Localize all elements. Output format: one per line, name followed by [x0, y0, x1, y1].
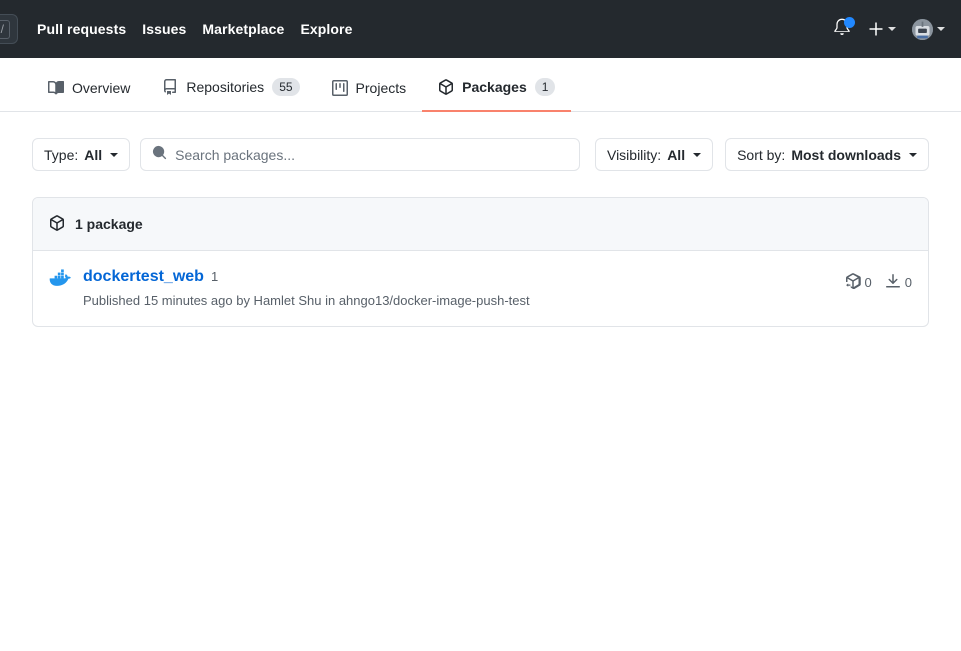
chevron-down-icon — [937, 27, 945, 31]
visibility-filter-value: All — [667, 146, 686, 163]
search-slash-shortcut-badge: / — [0, 19, 10, 39]
avatar-image — [912, 18, 933, 40]
visibility-filter-button[interactable]: Visibility: All — [594, 138, 714, 171]
plus-icon — [869, 22, 883, 36]
package-title-line: dockertest_web 1 — [83, 267, 833, 288]
header-left-group: / Pull requests Issues Marketplace Explo… — [0, 14, 832, 44]
create-new-menu[interactable] — [868, 21, 896, 37]
type-filter-label: Type: — [44, 146, 79, 163]
package-metadata: Published 15 minutes ago by Hamlet Shu i… — [83, 292, 530, 308]
nav-issues[interactable]: Issues — [142, 21, 186, 37]
tab-packages-counter: 1 — [534, 78, 556, 96]
package-info: dockertest_web 1 Published 15 minutes ag… — [83, 267, 833, 310]
tab-overview-label: Overview — [72, 80, 131, 96]
packages-list-header: 1 package — [33, 198, 928, 251]
package-icon — [49, 214, 65, 234]
search-input[interactable] — [175, 146, 569, 163]
main-content: Type: All Visibility: All Sort by: Most … — [0, 138, 961, 328]
account-menu[interactable] — [912, 18, 945, 40]
package-name-link[interactable]: dockertest_web — [83, 267, 204, 288]
bell-icon-wrapper — [832, 17, 855, 40]
package-versions-count: 0 — [864, 275, 872, 290]
tab-projects[interactable]: Projects — [316, 80, 423, 112]
package-version-icon — [845, 273, 861, 292]
notifications-button[interactable] — [832, 17, 855, 40]
header-right-group — [832, 17, 945, 40]
tab-overview[interactable]: Overview — [32, 80, 146, 112]
project-icon — [331, 80, 348, 96]
chevron-down-icon — [110, 152, 119, 157]
tab-packages[interactable]: Packages 1 — [422, 78, 572, 112]
package-downloads-stat[interactable]: 0 — [885, 273, 912, 292]
package-versions-stat[interactable]: 0 — [845, 273, 872, 292]
repo-icon — [162, 79, 178, 95]
filter-bar: Type: All Visibility: All Sort by: Most … — [32, 138, 929, 171]
notification-unread-dot — [844, 17, 855, 28]
package-list-item[interactable]: dockertest_web 1 Published 15 minutes ag… — [33, 251, 928, 326]
tab-projects-label: Projects — [355, 80, 407, 96]
package-stats: 0 0 — [845, 273, 912, 292]
sort-filter-label: Sort by: — [737, 146, 786, 163]
package-downloads-count: 0 — [904, 275, 912, 290]
sort-filter-value: Most downloads — [791, 146, 901, 163]
global-header: / Pull requests Issues Marketplace Explo… — [0, 0, 961, 58]
chevron-down-icon — [693, 152, 702, 157]
avatar — [912, 18, 933, 40]
packages-list: 1 package dockertest_web 1 Published 15 … — [32, 197, 929, 328]
packages-count-text: 1 package — [75, 216, 143, 232]
header-nav: Pull requests Issues Marketplace Explore — [37, 21, 353, 37]
search-icon — [152, 145, 167, 165]
sort-filter-button[interactable]: Sort by: Most downloads — [725, 138, 929, 171]
profile-tabs: Overview Repositories 55 Projects Packag… — [0, 58, 961, 112]
nav-pull-requests[interactable]: Pull requests — [37, 21, 126, 37]
nav-explore[interactable]: Explore — [300, 21, 352, 37]
type-filter-value: All — [84, 146, 103, 163]
tab-repositories-label: Repositories — [186, 79, 265, 95]
tab-packages-label: Packages — [462, 79, 527, 95]
book-icon — [48, 80, 64, 96]
chevron-down-icon — [888, 27, 896, 31]
visibility-filter-label: Visibility: — [606, 146, 662, 163]
nav-marketplace[interactable]: Marketplace — [202, 21, 284, 37]
download-icon — [885, 273, 901, 292]
package-icon — [438, 79, 454, 95]
global-search-input[interactable]: / — [0, 14, 18, 44]
package-version: 1 — [210, 269, 219, 284]
tab-repositories[interactable]: Repositories 55 — [146, 78, 315, 112]
chevron-down-icon — [909, 152, 917, 157]
tab-repositories-counter: 55 — [272, 78, 300, 96]
filter-bar-right: Visibility: All Sort by: Most downloads — [594, 138, 929, 171]
type-filter-button[interactable]: Type: All — [32, 138, 131, 171]
search-packages-field[interactable] — [140, 138, 581, 171]
docker-icon — [49, 269, 71, 292]
